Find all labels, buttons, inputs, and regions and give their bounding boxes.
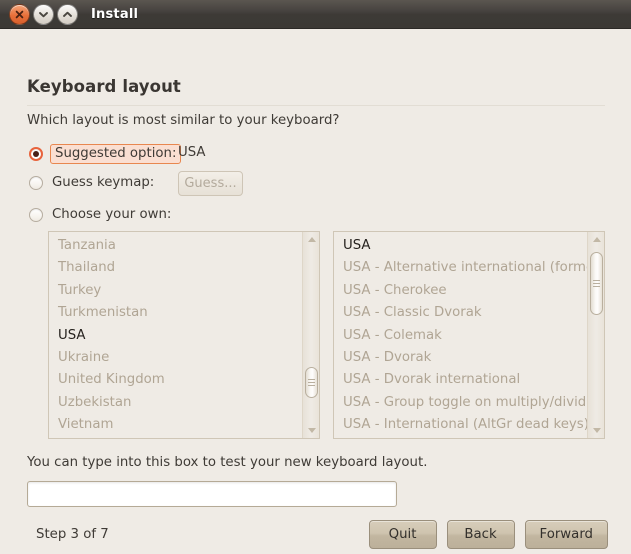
country-scroll-thumb[interactable]	[305, 367, 318, 398]
window-title: Install	[91, 6, 139, 22]
variant-scroll-thumb[interactable]	[590, 252, 603, 315]
variant-list-scrollbar[interactable]	[587, 232, 604, 438]
list-item[interactable]: USA - Colemak	[334, 325, 587, 347]
radio-guess[interactable]	[29, 175, 43, 190]
chevron-up-icon	[63, 11, 72, 17]
keyboard-test-input[interactable]	[27, 481, 397, 507]
variant-listbox[interactable]: USA USA - Alternative international (form…	[333, 231, 605, 439]
list-item[interactable]: USA	[334, 235, 587, 257]
variant-list-items[interactable]: USA USA - Alternative international (form…	[334, 232, 587, 438]
option-label-guess: Guess keymap:	[52, 175, 155, 190]
country-listbox[interactable]: Tanzania Thailand Turkey Turkmenistan USA Ukr…	[48, 231, 320, 439]
guess-button[interactable]: Guess...	[178, 171, 243, 196]
scroll-up-arrow-icon[interactable]	[588, 233, 604, 246]
minimize-button[interactable]	[33, 3, 54, 25]
option-row-guess[interactable]: Guess keymap:	[29, 175, 154, 190]
list-item[interactable]: Vietnam	[49, 414, 302, 436]
window-controls	[9, 3, 78, 25]
quit-button[interactable]: Quit	[368, 520, 437, 549]
scroll-up-arrow-icon[interactable]	[303, 233, 319, 246]
grip-icon	[593, 280, 600, 287]
title-divider	[27, 105, 605, 106]
chevron-down-icon	[39, 11, 48, 17]
footer-buttons: Quit Back Forward	[368, 520, 608, 549]
scroll-down-arrow-icon[interactable]	[588, 424, 604, 437]
maximize-button[interactable]	[57, 3, 78, 25]
list-item[interactable]: USA - Alternative international (forme	[334, 257, 587, 279]
install-window: Install Keyboard layout Which layout is …	[0, 0, 631, 554]
list-item[interactable]: Turkmenistan	[49, 302, 302, 324]
list-item[interactable]: USA - Classic Dvorak	[334, 302, 587, 324]
window-titlebar: Install	[0, 0, 631, 29]
list-item[interactable]: Thailand	[49, 257, 302, 279]
test-box-label: You can type into this box to test your …	[27, 455, 428, 470]
radio-choose-your-own[interactable]	[29, 207, 43, 222]
option-label-suggested: Suggested option:	[50, 144, 182, 164]
radio-dot-icon	[33, 151, 39, 157]
list-item[interactable]: USA - Group toggle on multiply/divide	[334, 392, 587, 414]
list-item[interactable]: USA - Dvorak	[334, 347, 587, 369]
page-subtitle: Which layout is most similar to your key…	[27, 113, 340, 128]
list-item[interactable]: USA - Dvorak international	[334, 369, 587, 391]
option-row-choose[interactable]: Choose your own:	[29, 207, 171, 222]
list-item[interactable]: Tanzania	[49, 235, 302, 257]
list-item[interactable]: USA - International (AltGr dead keys)	[334, 414, 587, 436]
grip-icon	[308, 379, 315, 386]
option-row-suggested[interactable]: Suggested option:	[29, 144, 182, 164]
step-indicator: Step 3 of 7	[36, 527, 109, 542]
scroll-down-arrow-icon[interactable]	[303, 424, 319, 437]
list-item[interactable]: Ukraine	[49, 347, 302, 369]
close-icon	[15, 10, 24, 18]
country-list-items[interactable]: Tanzania Thailand Turkey Turkmenistan USA Ukr…	[49, 232, 302, 438]
back-button[interactable]: Back	[446, 520, 515, 549]
country-list-scrollbar[interactable]	[302, 232, 319, 438]
list-item[interactable]: Uzbekistan	[49, 392, 302, 414]
option-label-choose: Choose your own:	[52, 207, 172, 222]
list-item[interactable]: USA - Cherokee	[334, 280, 587, 302]
close-button[interactable]	[9, 3, 30, 25]
list-item[interactable]: USA	[49, 325, 302, 347]
forward-button[interactable]: Forward	[524, 520, 608, 549]
radio-suggested[interactable]	[29, 147, 43, 161]
list-item[interactable]: Turkey	[49, 280, 302, 302]
install-content: Keyboard layout Which layout is most sim…	[0, 29, 631, 554]
suggested-layout-value: USA	[178, 145, 206, 160]
page-title: Keyboard layout	[27, 77, 181, 96]
list-item[interactable]: United Kingdom	[49, 369, 302, 391]
